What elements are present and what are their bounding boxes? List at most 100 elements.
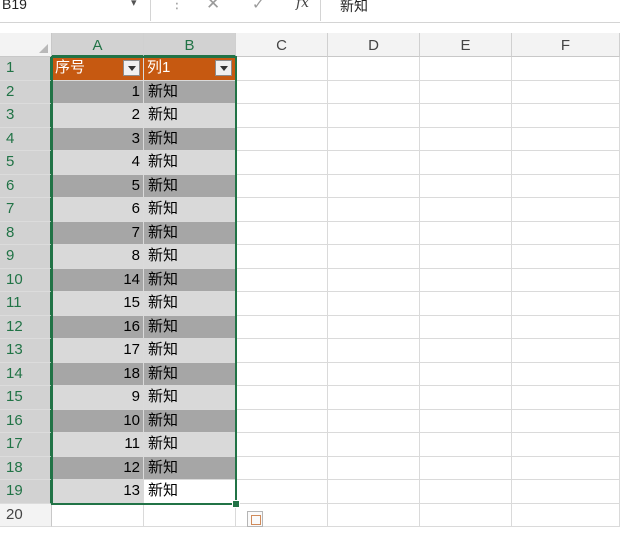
column-header-b[interactable]: B	[144, 33, 236, 57]
grid-cell[interactable]	[328, 127, 420, 151]
grid-cell[interactable]	[420, 268, 512, 292]
insert-function-icon[interactable]: fx	[296, 0, 309, 11]
grid-cell[interactable]	[512, 174, 620, 198]
column-header-f[interactable]: F	[512, 33, 620, 57]
filter-dropdown-icon[interactable]	[215, 60, 232, 76]
table-cell-text[interactable]: 新知	[144, 292, 236, 316]
row-header[interactable]: 6	[0, 174, 52, 198]
grid-cell[interactable]	[420, 339, 512, 363]
grid-cell[interactable]	[420, 221, 512, 245]
grid-cell[interactable]	[328, 57, 420, 81]
table-header-cell[interactable]: 列1	[144, 57, 236, 81]
name-box-value[interactable]: B19	[2, 0, 27, 12]
table-cell-index[interactable]: 6	[52, 198, 144, 222]
grid-cell[interactable]	[512, 433, 620, 457]
grid-cell[interactable]	[236, 339, 328, 363]
grid-cell[interactable]	[512, 221, 620, 245]
grid-cell[interactable]	[512, 104, 620, 128]
table-cell-index[interactable]: 1	[52, 80, 144, 104]
table-cell-text[interactable]: 新知	[144, 104, 236, 128]
grid-cell[interactable]	[328, 198, 420, 222]
grid-cell[interactable]	[144, 503, 236, 527]
column-header-e[interactable]: E	[420, 33, 512, 57]
chevron-down-icon[interactable]: ▾	[131, 0, 137, 9]
grid-cell[interactable]	[420, 480, 512, 504]
grid-cell[interactable]	[236, 80, 328, 104]
row-header[interactable]: 13	[0, 339, 52, 363]
grid-cell[interactable]	[328, 456, 420, 480]
grid-cell[interactable]	[420, 198, 512, 222]
grid-cell[interactable]	[52, 503, 144, 527]
table-cell-text[interactable]: 新知	[144, 339, 236, 363]
grid-cell[interactable]	[236, 409, 328, 433]
grid-cell[interactable]	[236, 127, 328, 151]
table-cell-text[interactable]: 新知	[144, 198, 236, 222]
row-header[interactable]: 1	[0, 57, 52, 81]
table-cell-text[interactable]: 新知	[144, 409, 236, 433]
formula-bar-resize-handle[interactable]: ⋮	[170, 0, 184, 12]
grid-cell[interactable]	[512, 315, 620, 339]
row-header[interactable]: 3	[0, 104, 52, 128]
table-cell-text[interactable]: 新知	[144, 80, 236, 104]
grid-cell[interactable]	[236, 480, 328, 504]
grid-cell[interactable]	[328, 80, 420, 104]
cancel-icon[interactable]: ✕	[206, 0, 220, 14]
grid-cell[interactable]	[328, 433, 420, 457]
row-header[interactable]: 12	[0, 315, 52, 339]
grid-cell[interactable]	[236, 174, 328, 198]
grid-cell[interactable]	[236, 292, 328, 316]
row-header[interactable]: 8	[0, 221, 52, 245]
grid-cell[interactable]	[512, 480, 620, 504]
grid-cell[interactable]	[512, 198, 620, 222]
table-cell-text[interactable]: 新知	[144, 362, 236, 386]
grid-cell[interactable]	[328, 315, 420, 339]
table-cell-index[interactable]: 13	[52, 480, 144, 504]
grid-cell[interactable]	[328, 480, 420, 504]
grid-cell[interactable]	[328, 245, 420, 269]
grid-cell[interactable]	[420, 80, 512, 104]
grid-cell[interactable]	[236, 362, 328, 386]
table-cell-index[interactable]: 11	[52, 433, 144, 457]
table-cell-index[interactable]: 10	[52, 409, 144, 433]
quick-analysis-icon[interactable]	[247, 510, 263, 527]
row-header[interactable]: 18	[0, 456, 52, 480]
grid-cell[interactable]	[512, 362, 620, 386]
column-header-a[interactable]: A	[52, 33, 144, 57]
table-cell-text[interactable]: 新知	[144, 456, 236, 480]
grid-cell[interactable]	[512, 292, 620, 316]
fill-handle[interactable]	[232, 499, 240, 508]
row-header[interactable]: 4	[0, 127, 52, 151]
formula-input[interactable]: 新知	[340, 0, 368, 16]
grid-cell[interactable]	[420, 57, 512, 81]
grid-cell[interactable]	[328, 221, 420, 245]
row-header[interactable]: 5	[0, 151, 52, 175]
grid-cell[interactable]	[328, 151, 420, 175]
table-cell-index[interactable]: 16	[52, 315, 144, 339]
grid-cell[interactable]	[512, 503, 620, 527]
grid-cell[interactable]	[420, 362, 512, 386]
grid-cell[interactable]	[420, 409, 512, 433]
table-cell-text[interactable]: 新知	[144, 174, 236, 198]
enter-icon[interactable]: ✓	[252, 0, 265, 13]
row-header[interactable]: 15	[0, 386, 52, 410]
filter-dropdown-icon[interactable]	[123, 60, 140, 76]
grid-cell[interactable]	[512, 245, 620, 269]
grid-cell[interactable]	[236, 456, 328, 480]
grid-cell[interactable]	[420, 174, 512, 198]
grid-cell[interactable]	[512, 127, 620, 151]
grid-cell[interactable]	[420, 386, 512, 410]
grid-cell[interactable]	[420, 127, 512, 151]
grid-cell[interactable]	[420, 151, 512, 175]
grid-cell[interactable]	[420, 104, 512, 128]
grid-cell[interactable]	[512, 386, 620, 410]
grid-cell[interactable]	[328, 104, 420, 128]
table-cell-index[interactable]: 15	[52, 292, 144, 316]
table-cell-text[interactable]: 新知	[144, 245, 236, 269]
grid-cell[interactable]	[420, 292, 512, 316]
select-all-button[interactable]	[0, 33, 52, 57]
table-cell-index[interactable]: 8	[52, 245, 144, 269]
column-header-c[interactable]: C	[236, 33, 328, 57]
table-cell-index[interactable]: 12	[52, 456, 144, 480]
grid-cell[interactable]	[420, 503, 512, 527]
table-cell-index[interactable]: 5	[52, 174, 144, 198]
